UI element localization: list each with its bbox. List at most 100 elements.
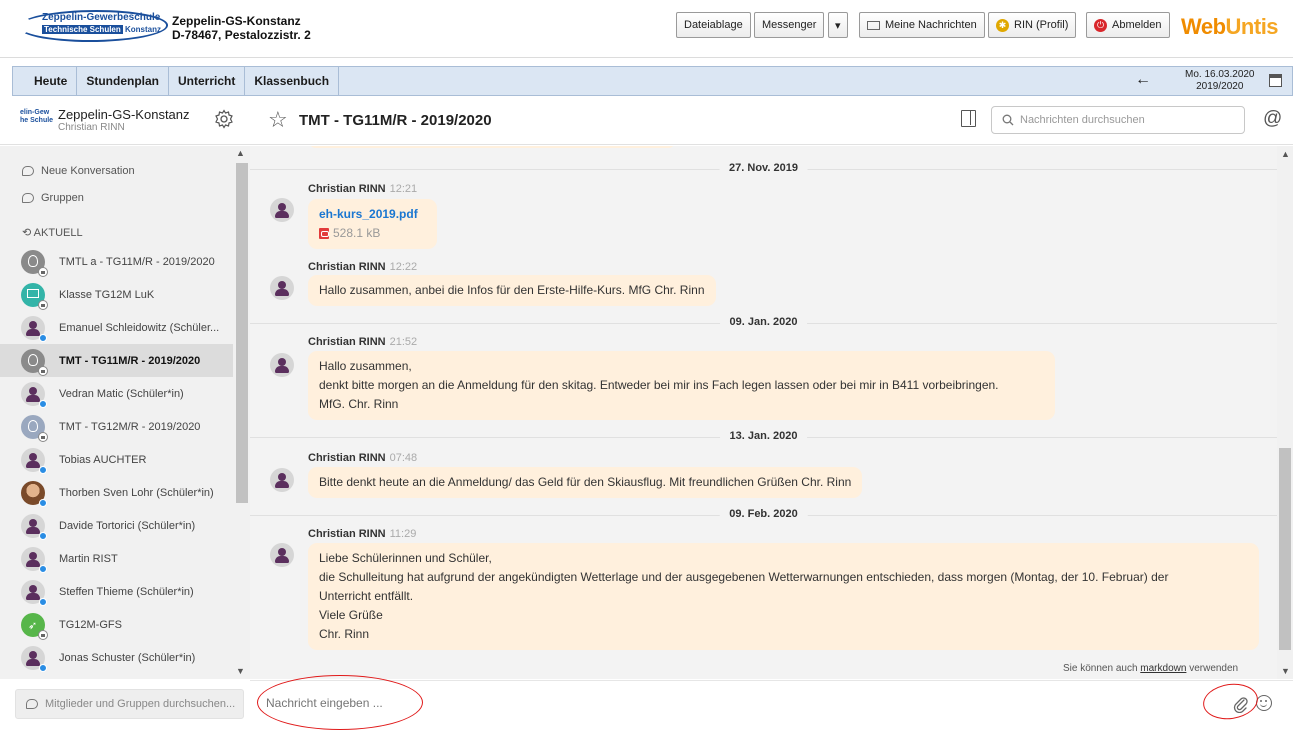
profile-gear-icon: ✱ bbox=[996, 18, 1009, 32]
scroll-up-icon[interactable]: ▲ bbox=[236, 148, 245, 158]
sender-avatar[interactable] bbox=[270, 353, 294, 377]
conversation-item[interactable]: Thorben Sven Lohr (Schüler*in) bbox=[0, 476, 233, 509]
online-dot bbox=[39, 531, 47, 540]
conversation-item[interactable]: Klasse TG12M LuK bbox=[0, 278, 233, 311]
back-arrow-icon[interactable]: ← bbox=[1135, 71, 1151, 89]
messenger-button[interactable]: Messenger bbox=[754, 12, 825, 38]
conversation-item[interactable]: TMTL a - TG11M/R - 2019/2020 bbox=[0, 245, 233, 278]
conversation-label: TG12M-GFS bbox=[59, 618, 122, 631]
details-panel-icon[interactable] bbox=[961, 110, 976, 127]
emoji-icon[interactable] bbox=[1256, 695, 1272, 711]
message-sender: Christian RINN 12:22 bbox=[308, 261, 417, 273]
settings-gear-icon[interactable] bbox=[214, 109, 234, 129]
group-avatar bbox=[21, 348, 48, 376]
conversation-item[interactable]: Emanuel Schleidowitz (Schüler... bbox=[0, 311, 233, 344]
scroll-up-icon[interactable]: ▲ bbox=[1281, 149, 1290, 159]
conversation-item[interactable]: Davide Tortorici (Schüler*in) bbox=[0, 509, 233, 542]
sidebar-scrollbar-thumb[interactable] bbox=[236, 163, 248, 503]
conversation-label: Jonas Schuster (Schüler*in) bbox=[59, 651, 196, 664]
sidebar-school-logo: elin-Gew he Schule bbox=[20, 109, 53, 125]
message-search-box[interactable]: Nachrichten durchsuchen bbox=[991, 106, 1245, 134]
new-conversation-button[interactable]: Neue Konversation bbox=[22, 165, 135, 177]
message-line: die Schulleitung hat aufgrund der angekü… bbox=[319, 570, 1169, 584]
conversation-item[interactable]: Steffen Thieme (Schüler*in) bbox=[0, 575, 233, 608]
sender-name: Christian RINN bbox=[308, 452, 386, 464]
lock-icon bbox=[38, 431, 48, 442]
sender-avatar[interactable] bbox=[270, 198, 294, 222]
sender-avatar[interactable] bbox=[270, 276, 294, 300]
date-display[interactable]: Mo. 16.03.2020 2019/2020 bbox=[1185, 69, 1255, 93]
markdown-suffix: verwenden bbox=[1186, 663, 1239, 674]
member-search-box[interactable]: Mitglieder und Gruppen durchsuchen... bbox=[15, 689, 244, 719]
sidebar-user-name: Christian RINN bbox=[58, 122, 125, 133]
day-label: 09. Feb. 2020 bbox=[719, 508, 808, 520]
nav-heute[interactable]: Heute bbox=[13, 67, 78, 95]
current-date: Mo. 16.03.2020 bbox=[1185, 69, 1255, 80]
sidebar-header: elin-Gew he Schule Zeppelin-GS-Konstanz … bbox=[0, 97, 250, 145]
markdown-hint: Sie können auch markdown verwenden bbox=[1063, 663, 1238, 674]
meine-nachrichten-button[interactable]: Meine Nachrichten bbox=[859, 12, 985, 38]
messenger-dropdown-button[interactable]: ▾ bbox=[828, 12, 848, 38]
conversation-sidebar: Neue Konversation Gruppen ⟲ AKTUELL TMTL… bbox=[0, 146, 250, 679]
chat-header: ☆ TMT - TG11M/R - 2019/2020 Nachrichten … bbox=[250, 97, 1293, 145]
avatar-head bbox=[29, 650, 37, 659]
nav-stundenplan[interactable]: Stundenplan bbox=[77, 67, 170, 95]
day-separator: 09. Jan. 2020 bbox=[250, 316, 1277, 330]
message-sender: Christian RINN 07:48 bbox=[308, 452, 417, 464]
message-text: Hallo zusammen, anbei die Infos für den … bbox=[319, 283, 705, 297]
school-address: D-78467, Pestalozzistr. 2 bbox=[172, 28, 311, 42]
chat-title: TMT - TG11M/R - 2019/2020 bbox=[299, 112, 492, 129]
sidebar-logo-line2: he Schule bbox=[20, 117, 54, 124]
nav-unterricht[interactable]: Unterricht bbox=[169, 67, 246, 95]
sender-avatar[interactable] bbox=[270, 543, 294, 567]
day-separator: 13. Jan. 2020 bbox=[250, 430, 1277, 444]
rocket-icon: ➶ bbox=[28, 619, 38, 632]
mention-icon[interactable]: @ bbox=[1263, 108, 1282, 130]
sidebar-logo-line1: elin-Gew bbox=[20, 109, 50, 116]
file-link[interactable]: eh-kurs_2019.pdf bbox=[319, 205, 426, 224]
logo-line2: Technische Schulen Konstanz bbox=[42, 25, 161, 34]
markdown-prefix: Sie können auch bbox=[1063, 663, 1141, 674]
star-icon[interactable]: ☆ bbox=[268, 107, 288, 133]
conversation-item[interactable]: TMT - TG12M/R - 2019/2020 bbox=[0, 410, 233, 443]
conversation-item[interactable]: ➶ TG12M-GFS bbox=[0, 608, 233, 641]
message-bubble-cutoff bbox=[308, 146, 676, 148]
markdown-link[interactable]: markdown bbox=[1140, 663, 1186, 674]
conversation-item[interactable]: Jonas Schuster (Schüler*in) bbox=[0, 641, 233, 674]
conversation-item[interactable]: Tobias AUCHTER bbox=[0, 443, 233, 476]
main-nav: Heute Stundenplan Unterricht Klassenbuch… bbox=[12, 66, 1293, 96]
day-label: 27. Nov. 2019 bbox=[719, 162, 808, 174]
dateiablage-label: Dateiablage bbox=[684, 19, 743, 31]
message-time: 12:22 bbox=[389, 261, 418, 273]
meine-nachrichten-label: Meine Nachrichten bbox=[885, 19, 977, 31]
chat-bubble-icon bbox=[22, 166, 34, 176]
dateiablage-button[interactable]: Dateiablage bbox=[676, 12, 751, 38]
conversation-item-active[interactable]: TMT - TG11M/R - 2019/2020 bbox=[0, 344, 233, 377]
conversation-item[interactable]: Martin RIST bbox=[0, 542, 233, 575]
message-line: Viele Grüße bbox=[319, 608, 383, 622]
nav-klassenbuch[interactable]: Klassenbuch bbox=[245, 67, 340, 95]
message-scrollbar-thumb[interactable] bbox=[1279, 448, 1291, 650]
message-list: 27. Nov. 2019 Christian RINN 12:21 eh-kur… bbox=[250, 146, 1277, 679]
user-avatar bbox=[21, 546, 47, 573]
scroll-down-icon[interactable]: ▼ bbox=[1281, 666, 1290, 676]
school-logo[interactable]: Zeppelin-Gewerbeschule Technische Schule… bbox=[14, 10, 172, 44]
webuntis-logo: WebUntis bbox=[1181, 14, 1279, 40]
conversation-item[interactable]: Vedran Matic (Schüler*in) bbox=[0, 377, 233, 410]
scroll-down-icon[interactable]: ▼ bbox=[236, 666, 245, 676]
file-size: 528.1 kB bbox=[333, 226, 381, 240]
profil-button[interactable]: ✱ RIN (Profil) bbox=[988, 12, 1077, 38]
user-photo-avatar bbox=[21, 480, 47, 507]
pdf-icon bbox=[319, 228, 329, 239]
avatar-body bbox=[26, 328, 40, 336]
message-time: 12:21 bbox=[389, 183, 418, 195]
message-bubble: Liebe Schülerinnen und Schüler, die Schu… bbox=[308, 543, 1259, 650]
groups-button[interactable]: Gruppen bbox=[22, 192, 84, 204]
abmelden-button[interactable]: ⏻ Abmelden bbox=[1086, 12, 1170, 38]
avatar-body bbox=[275, 289, 289, 296]
conversation-label: TMTL a - TG11M/R - 2019/2020 bbox=[59, 255, 215, 268]
calendar-icon[interactable] bbox=[1269, 74, 1282, 87]
sender-avatar[interactable] bbox=[270, 468, 294, 492]
message-time: 07:48 bbox=[389, 452, 418, 464]
message-line: MfG. Chr. Rinn bbox=[319, 397, 399, 411]
